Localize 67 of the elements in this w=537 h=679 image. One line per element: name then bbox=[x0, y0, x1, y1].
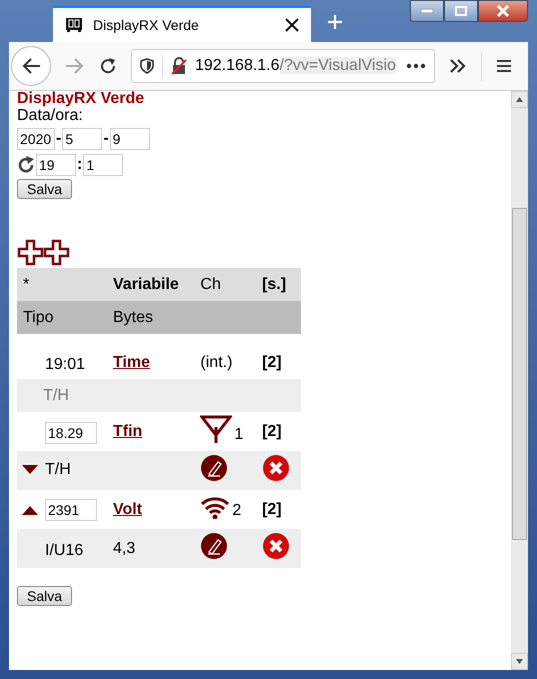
back-icon bbox=[21, 57, 41, 75]
refresh-icon[interactable] bbox=[17, 156, 35, 174]
seconds-text: [2] bbox=[256, 490, 301, 529]
plus-icon[interactable] bbox=[327, 14, 343, 30]
delete-icon[interactable] bbox=[262, 532, 290, 560]
seconds-text: [2] bbox=[256, 346, 301, 379]
month-field[interactable]: 5 bbox=[62, 128, 102, 150]
minimize-icon bbox=[421, 9, 433, 13]
year-field[interactable]: 2020 bbox=[17, 128, 55, 150]
value-field[interactable]: 2391 bbox=[45, 498, 97, 520]
more-icon[interactable] bbox=[406, 63, 426, 69]
reload-icon[interactable] bbox=[99, 57, 117, 75]
back-button[interactable] bbox=[11, 46, 51, 86]
antenna-icon bbox=[200, 415, 232, 443]
column-header: Bytes bbox=[107, 301, 194, 334]
display-icon bbox=[65, 17, 83, 33]
day-field[interactable]: 9 bbox=[110, 128, 150, 150]
channel-number: 1 bbox=[234, 427, 244, 443]
scroll-down-icon[interactable] bbox=[516, 659, 523, 664]
table-cell: T/H bbox=[17, 379, 301, 412]
date-separator: - bbox=[103, 130, 109, 148]
column-header: Variabile bbox=[107, 268, 194, 301]
save-button[interactable]: Salva bbox=[17, 586, 72, 606]
menu-icon[interactable] bbox=[496, 59, 512, 73]
channel-text: (int.) bbox=[200, 354, 232, 370]
maximize-button[interactable] bbox=[444, 0, 478, 22]
wifi-icon bbox=[200, 495, 230, 519]
save-button[interactable]: Salva bbox=[17, 179, 72, 199]
column-header: Ch bbox=[194, 268, 256, 301]
close-icon bbox=[496, 5, 510, 17]
address-bar[interactable]: 192.168.1.6/?vv=VisualVisio bbox=[131, 49, 435, 83]
shield-icon bbox=[140, 58, 154, 74]
bytes-text: 4,3 bbox=[113, 540, 136, 556]
date-label: Data/ora: bbox=[17, 107, 84, 125]
date-separator: - bbox=[56, 130, 62, 148]
chevrons-icon[interactable] bbox=[449, 58, 467, 74]
seconds-text: [2] bbox=[256, 412, 301, 451]
insecure-lock-icon bbox=[171, 57, 187, 75]
column-header: [s.] bbox=[256, 268, 301, 301]
scroll-up-icon[interactable] bbox=[516, 97, 523, 102]
variable-link[interactable]: Tfin bbox=[113, 422, 142, 440]
url-text: 192.168.1.6/?vv=VisualVisio bbox=[195, 57, 397, 75]
browser-tab[interactable]: DisplayRX Verde bbox=[53, 6, 311, 42]
type-text: T/H bbox=[45, 460, 71, 478]
time-separator: : bbox=[77, 156, 82, 174]
value-text: 19:01 bbox=[45, 356, 86, 374]
move-down-icon[interactable] bbox=[21, 464, 39, 476]
variable-link[interactable]: Time bbox=[113, 354, 150, 370]
move-up-icon[interactable] bbox=[21, 504, 39, 516]
page-heading: DisplayRX Verde bbox=[17, 91, 146, 107]
maximize-icon bbox=[455, 6, 467, 16]
close-button[interactable] bbox=[478, 0, 528, 22]
channel-number: 2 bbox=[232, 503, 242, 519]
type-text: I/U16 bbox=[45, 542, 84, 560]
column-header: * bbox=[17, 268, 107, 301]
edit-icon[interactable] bbox=[200, 454, 228, 482]
hour-field[interactable]: 19 bbox=[36, 154, 76, 176]
value-field[interactable]: 18.29 bbox=[45, 422, 97, 444]
scrollbar[interactable] bbox=[511, 91, 528, 670]
minimize-button[interactable] bbox=[410, 0, 444, 22]
close-icon[interactable] bbox=[285, 18, 299, 32]
minute-field[interactable]: 1 bbox=[83, 154, 124, 176]
edit-icon[interactable] bbox=[200, 532, 228, 560]
variable-link[interactable]: Volt bbox=[113, 500, 142, 518]
delete-icon[interactable] bbox=[262, 454, 290, 482]
column-header: Tipo bbox=[17, 301, 107, 334]
tab-title: DisplayRX Verde bbox=[93, 17, 200, 33]
